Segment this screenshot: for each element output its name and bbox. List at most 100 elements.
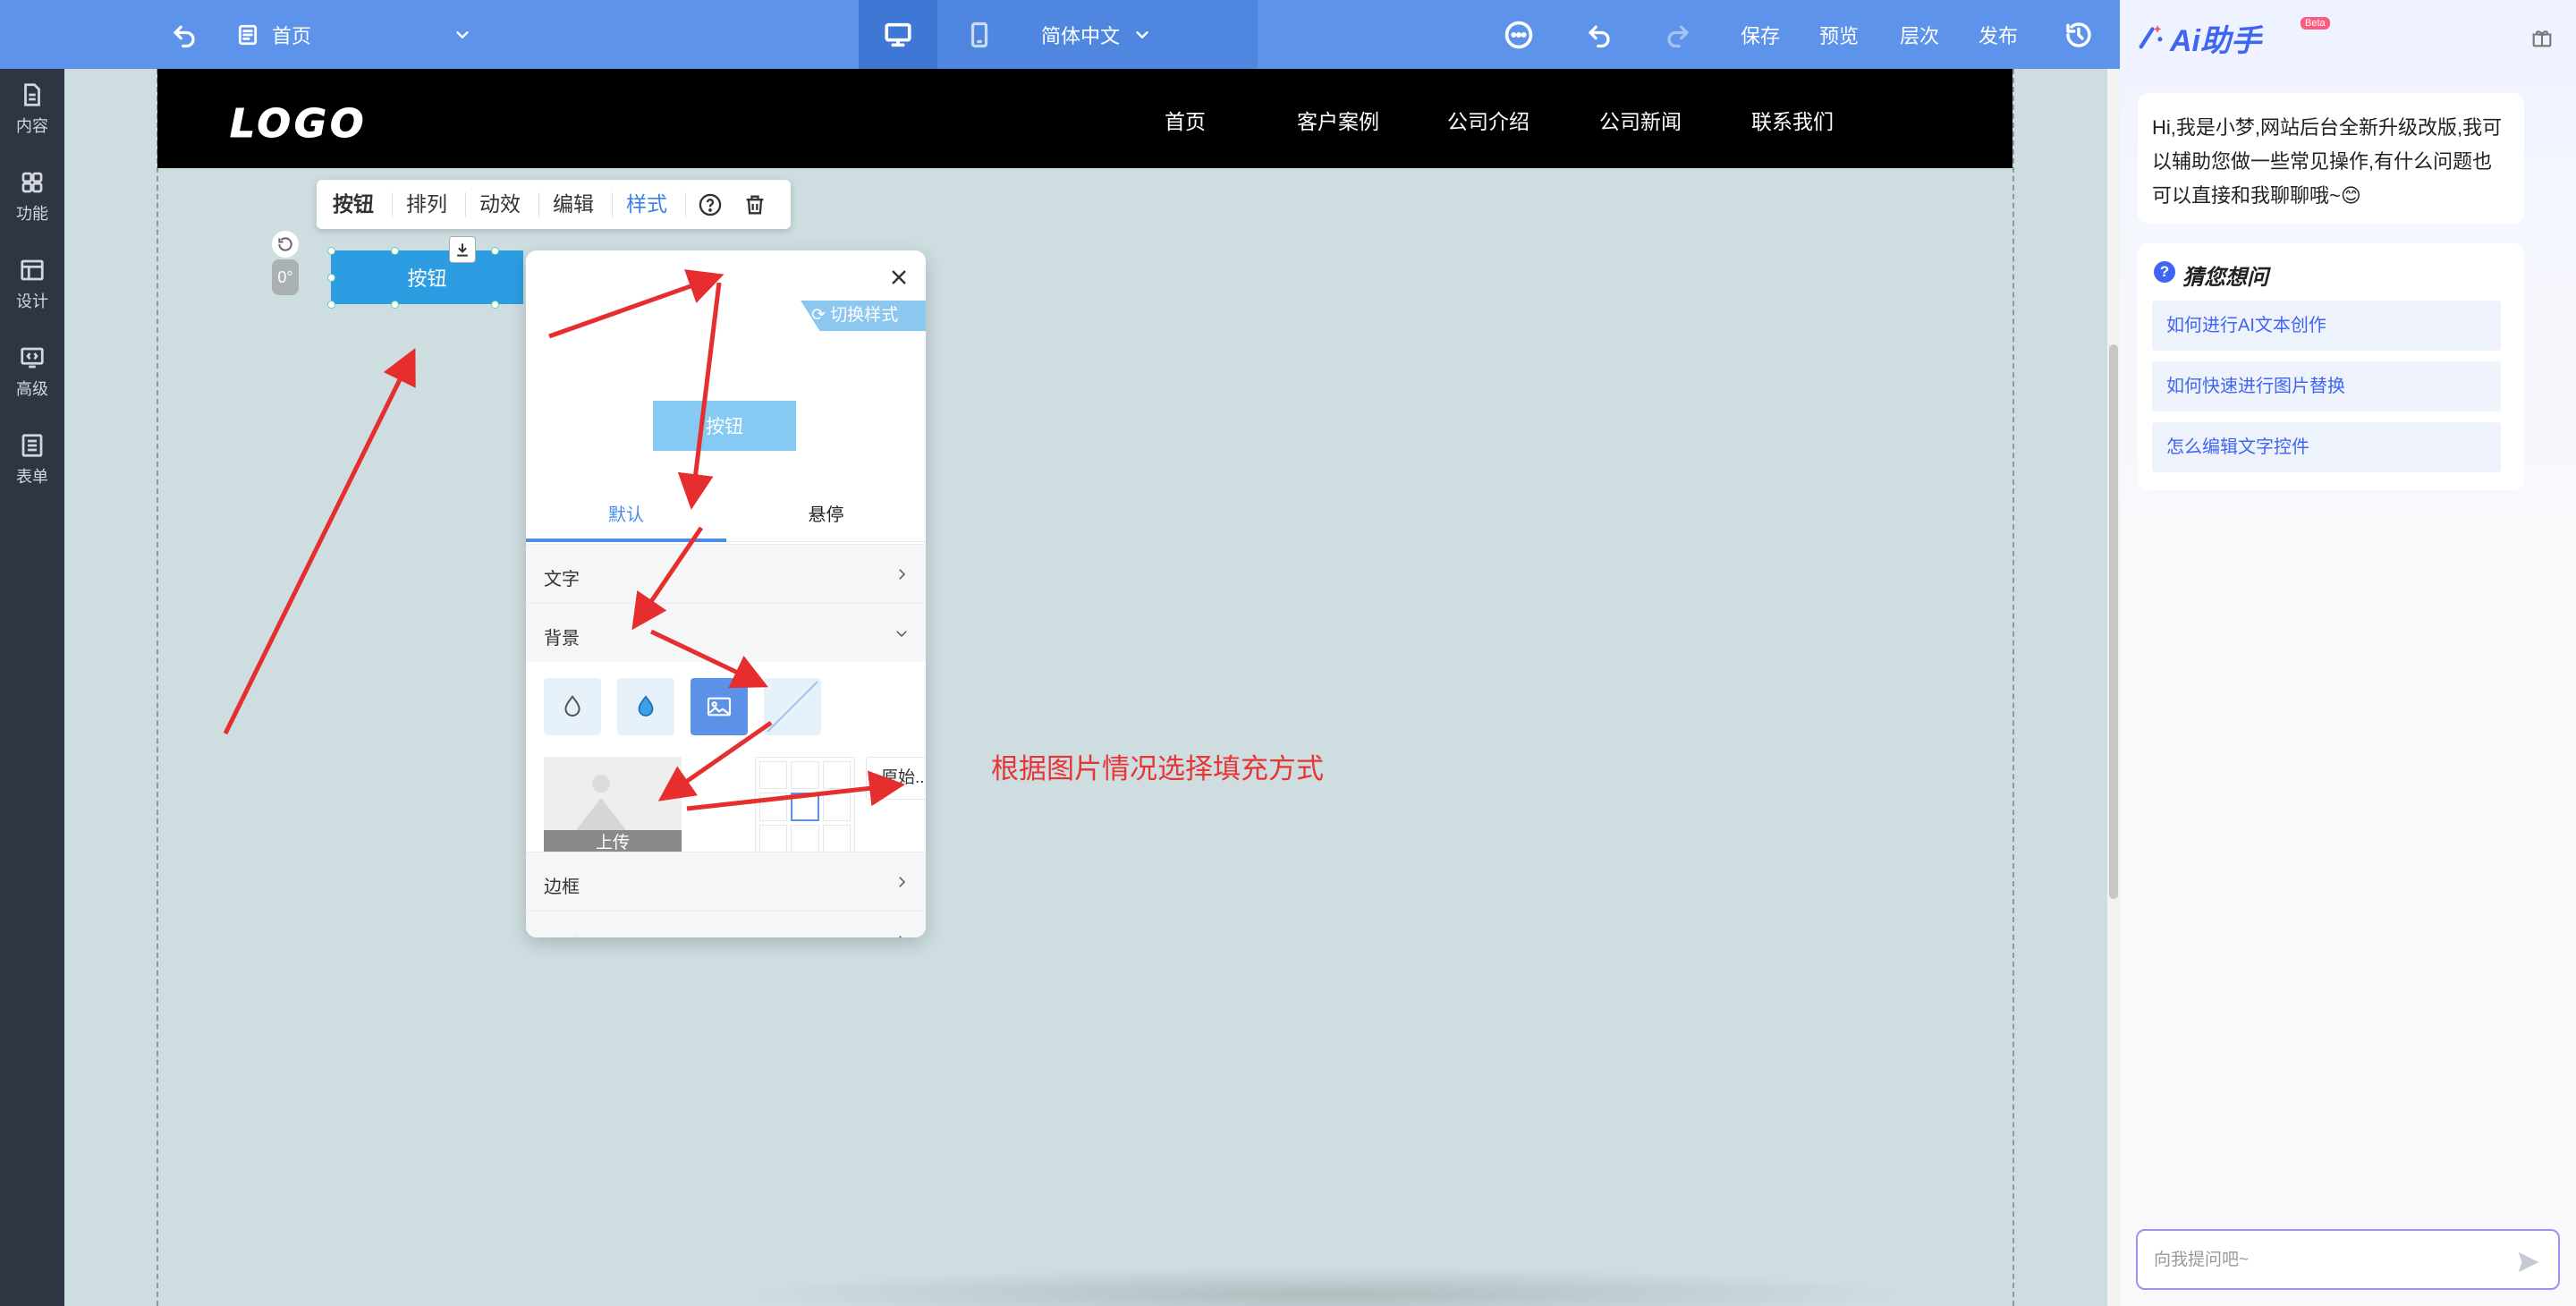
toolbar-tab-button[interactable]: 按钮	[333, 180, 374, 229]
download-button[interactable]	[449, 236, 476, 263]
ai-chat-input[interactable]	[2154, 1247, 2494, 1274]
beta-badge: Beta	[2301, 17, 2330, 30]
divider	[538, 192, 539, 217]
position-cell[interactable]	[822, 824, 851, 852]
sidebar-item-design[interactable]: 设计	[0, 257, 64, 337]
position-cell[interactable]	[791, 824, 819, 852]
suggested-questions-title: 猜您想问	[2182, 266, 2268, 290]
nav-link-contact[interactable]: 联系我们	[1751, 105, 1834, 135]
sidebar-item-function[interactable]: 功能	[0, 169, 64, 250]
resize-handle[interactable]	[391, 247, 399, 255]
suggestion-item[interactable]: 如何进行AI文本创作	[2152, 301, 2501, 351]
nav-link-news[interactable]: 公司新闻	[1599, 105, 1682, 135]
mobile-view-button[interactable]	[941, 0, 1018, 69]
site-logo: LOGO	[229, 101, 368, 148]
desktop-view-button[interactable]	[859, 0, 937, 69]
chevron-down-icon	[1136, 30, 1148, 38]
position-cell[interactable]	[791, 761, 819, 790]
position-cell[interactable]	[759, 793, 788, 821]
resize-handle[interactable]	[491, 247, 499, 255]
style-preview-button: 按钮	[653, 401, 796, 451]
design-icon	[21, 259, 44, 281]
nav-link-about[interactable]: 公司介绍	[1447, 105, 1530, 135]
tab-default[interactable]: 默认	[526, 488, 726, 542]
advanced-icon	[21, 347, 44, 369]
canvas-scrollbar-thumb[interactable]	[2109, 344, 2118, 899]
resize-handle[interactable]	[327, 274, 335, 282]
position-cell[interactable]	[822, 761, 851, 790]
ai-chat-input-box	[2136, 1229, 2560, 1290]
language-selector[interactable]: 简体中文	[1029, 0, 1252, 69]
resize-handle[interactable]	[491, 301, 499, 309]
save-button[interactable]: 保存	[1735, 0, 1785, 69]
annotation-text: 根据图片情况选择填充方式	[991, 753, 1324, 784]
toolbar-tab-edit[interactable]: 编辑	[553, 180, 594, 229]
layers-button[interactable]: 层次	[1894, 0, 1945, 69]
resize-handle[interactable]	[327, 247, 335, 255]
nav-link-cases[interactable]: 客户案例	[1297, 105, 1379, 135]
section-border[interactable]: 边框	[526, 852, 926, 911]
toolbar-tab-animation[interactable]: 动效	[479, 180, 521, 229]
back-button[interactable]	[161, 0, 208, 69]
more-icon	[1504, 21, 1533, 48]
toolbar-tab-style[interactable]: 样式	[626, 180, 667, 229]
guide-line-left	[157, 69, 158, 1306]
ai-title: Ai助手	[2170, 24, 2261, 58]
divider	[612, 192, 613, 217]
nav-link-home[interactable]: 首页	[1165, 105, 1206, 135]
section-label: 文字	[544, 570, 580, 589]
gradient-slash-icon	[767, 681, 818, 733]
undo-back-icon	[174, 25, 195, 47]
page-selector[interactable]: 首页	[236, 0, 487, 69]
gift-icon[interactable]	[2529, 25, 2555, 50]
position-cell[interactable]	[822, 793, 851, 821]
function-icon	[21, 172, 43, 193]
help-button[interactable]	[698, 192, 723, 217]
suggestion-item[interactable]: 怎么编辑文字控件	[2152, 422, 2501, 472]
chevron-right-icon	[899, 936, 902, 937]
section-text[interactable]: 文字	[526, 544, 926, 603]
drop-color-icon	[638, 695, 654, 717]
close-icon[interactable]	[888, 267, 910, 288]
fill-mode-value: 原始...	[881, 768, 926, 787]
switch-style-button[interactable]: ⟳ 切换样式	[801, 301, 926, 331]
download-icon	[457, 243, 468, 257]
fill-color-option[interactable]	[617, 678, 674, 735]
sidebar-item-advanced[interactable]: 高级	[0, 344, 64, 425]
resize-handle[interactable]	[327, 301, 335, 309]
section-background[interactable]: 背景	[526, 603, 926, 662]
history-button[interactable]	[2054, 0, 2104, 69]
tab-hover[interactable]: 悬停	[726, 488, 926, 542]
send-icon[interactable]	[2515, 1249, 2542, 1276]
position-cell-selected[interactable]	[791, 793, 819, 821]
redo-icon	[1667, 25, 1689, 47]
delete-button[interactable]	[742, 192, 767, 217]
page-icon	[238, 24, 258, 45]
redo-button[interactable]	[1653, 0, 1703, 69]
fill-mode-select[interactable]: 原始... ▼	[866, 757, 926, 800]
fill-gradient-option[interactable]	[764, 678, 821, 735]
suggestion-item[interactable]: 如何快速进行图片替换	[2152, 361, 2501, 411]
fill-image-option[interactable]	[691, 678, 748, 735]
selected-button-element[interactable]: 按钮	[331, 250, 523, 304]
sidebar-item-content[interactable]: 内容	[0, 81, 64, 162]
more-button[interactable]	[1494, 0, 1544, 69]
position-cell[interactable]	[759, 761, 788, 790]
fill-none-option[interactable]	[544, 678, 601, 735]
undo-button[interactable]	[1574, 0, 1624, 69]
switch-style-label: 切换样式	[830, 306, 899, 325]
toolbar-tab-arrange[interactable]: 排列	[406, 180, 447, 229]
section-shadow[interactable]: 阴影	[526, 911, 926, 937]
undo-icon	[1589, 25, 1610, 47]
sidebar-item-form[interactable]: 表单	[0, 432, 64, 513]
rotate-handle[interactable]	[272, 231, 299, 258]
site-header[interactable]: LOGO 首页 客户案例 公司介绍 公司新闻 联系我们	[157, 69, 2012, 168]
form-icon	[21, 434, 43, 457]
ai-greeting-message: Hi,我是小梦,网站后台全新升级改版,我可以辅助您做一些常见操作,有什么问题也可…	[2138, 93, 2524, 224]
position-cell[interactable]	[759, 824, 788, 852]
preview-button[interactable]: 预览	[1814, 0, 1864, 69]
publish-button[interactable]: 发布	[1973, 0, 2023, 69]
resize-handle[interactable]	[391, 301, 399, 309]
refresh-icon: ⟳	[811, 306, 831, 325]
image-upload[interactable]: 上传	[544, 757, 682, 857]
